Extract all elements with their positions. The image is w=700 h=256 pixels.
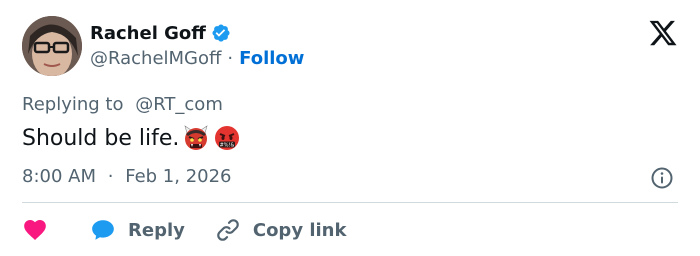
x-logo-icon[interactable] (648, 18, 678, 48)
like-button[interactable] (22, 217, 48, 243)
follow-button[interactable]: Follow (239, 48, 304, 69)
author-name[interactable]: Rachel Goff (90, 23, 206, 44)
link-icon (215, 217, 241, 243)
divider (22, 202, 678, 203)
author-handle-row: @RachelMGoff · Follow (90, 48, 304, 69)
info-icon[interactable] (650, 166, 674, 190)
speech-bubble-icon (90, 217, 116, 243)
replying-to-line: Replying to @RT_com (22, 94, 223, 115)
avatar-photo (22, 16, 82, 76)
tweet-timestamp[interactable]: 8:00 AM · Feb 1, 2026 (22, 166, 232, 187)
author-handle[interactable]: @RachelMGoff (90, 48, 221, 69)
tweet-text: Should be life. (22, 125, 180, 151)
tweet-card: Rachel Goff @RachelMGoff · Follow Replyi… (0, 0, 700, 256)
replying-mention-link[interactable]: @RT_com (135, 94, 223, 115)
handle-separator: · (227, 48, 234, 69)
ogre-emoji-icon (182, 124, 210, 152)
action-bar: Reply Copy link (22, 216, 346, 244)
face-with-symbols-on-mouth-emoji-icon: #%!& (213, 124, 241, 152)
tweet-body: Should be life. #%!& (22, 124, 241, 152)
heart-icon (22, 217, 48, 243)
avatar[interactable] (22, 16, 82, 76)
tweet-date: Feb 1, 2026 (125, 166, 232, 187)
replying-prefix: Replying to (22, 94, 124, 115)
copy-link-label: Copy link (252, 219, 347, 241)
svg-text:#%!&: #%!& (220, 142, 235, 148)
author-name-row: Rachel Goff (90, 20, 231, 46)
date-separator: · (107, 166, 114, 187)
copy-link-button[interactable]: Copy link (215, 217, 347, 243)
reply-button[interactable]: Reply (90, 217, 185, 243)
reply-label: Reply (128, 219, 185, 241)
verified-badge-icon (211, 23, 231, 43)
tweet-time: 8:00 AM (22, 166, 96, 187)
